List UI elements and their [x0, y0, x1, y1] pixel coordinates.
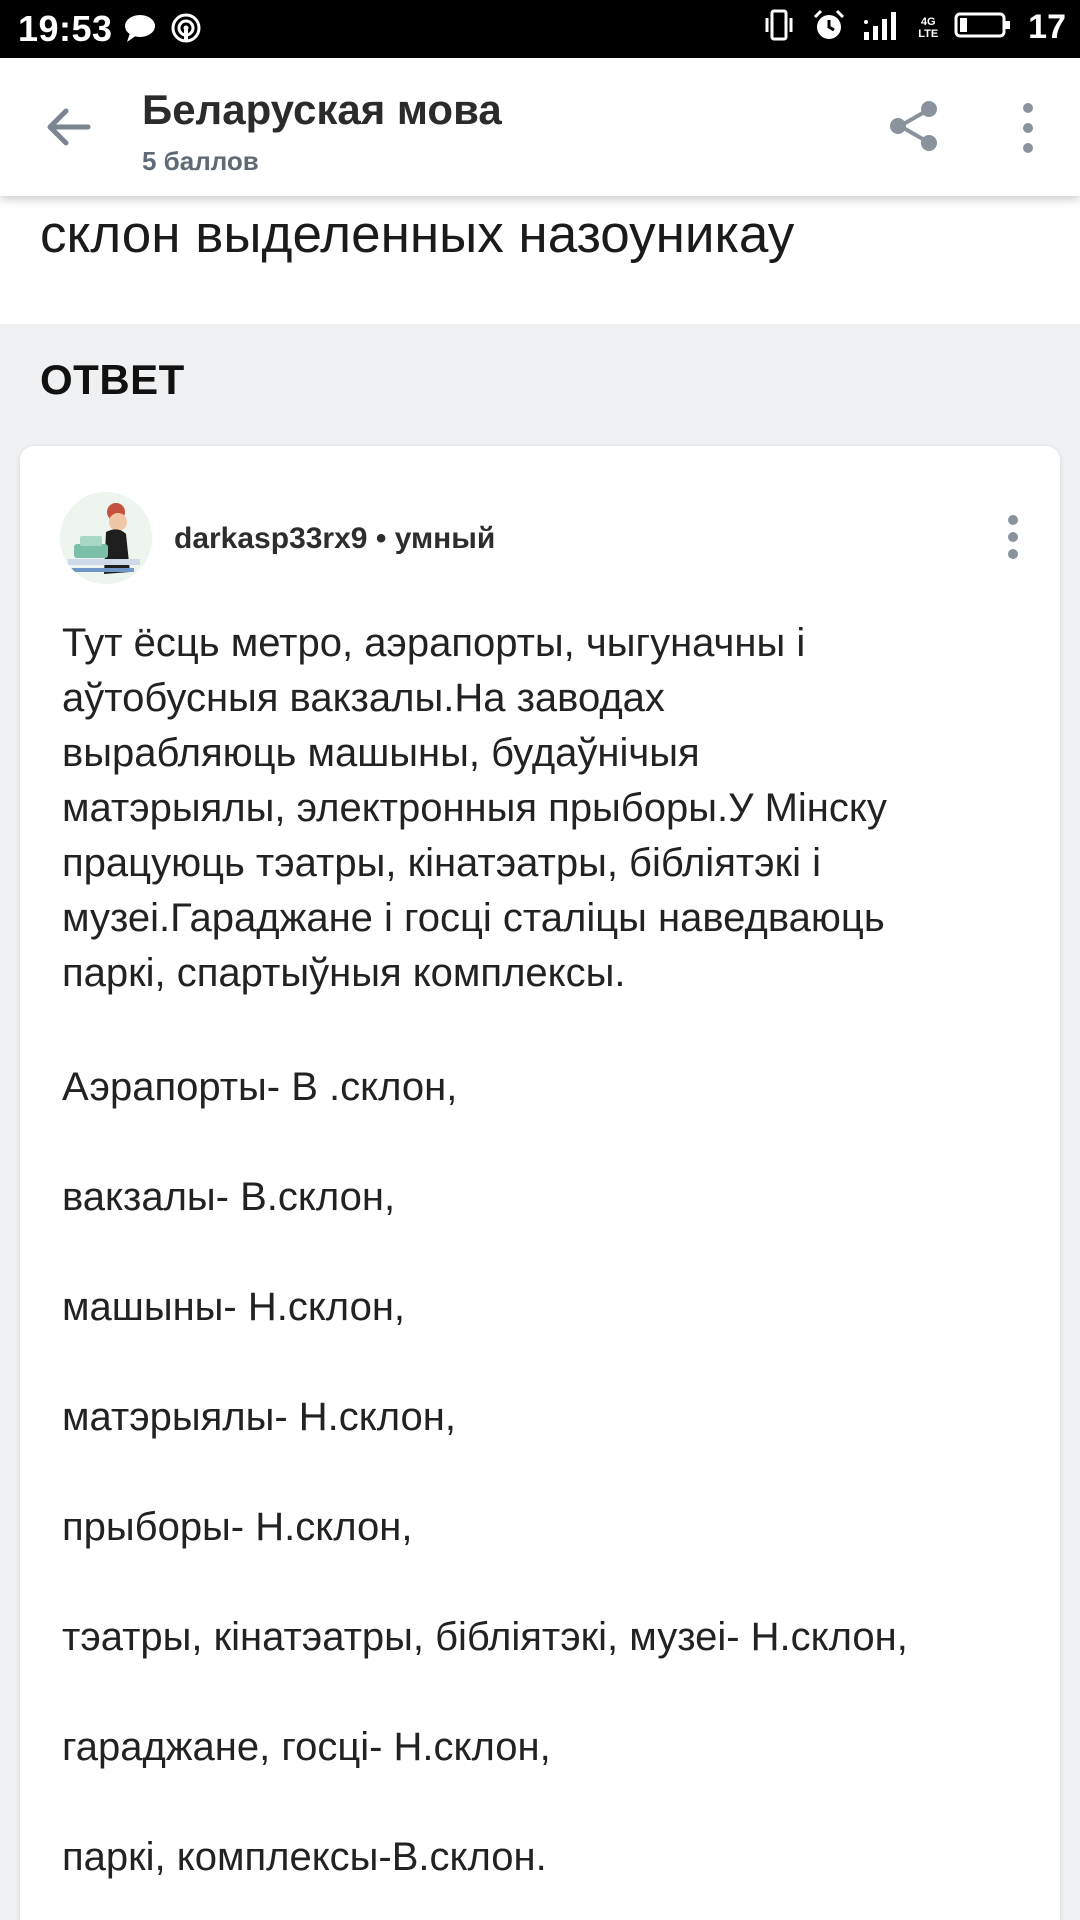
points-label: 5 баллов: [142, 146, 259, 176]
share-button[interactable]: [884, 96, 944, 156]
back-button[interactable]: [40, 98, 98, 156]
case-line: тэатры, кінатэатры, бібліятэкі, музеі- Н…: [62, 1615, 908, 1659]
avatar[interactable]: [60, 492, 152, 584]
status-time: 19:53: [18, 8, 113, 49]
case-line: гараджане, госці- Н.склон,: [62, 1725, 551, 1769]
share-icon: [890, 101, 937, 151]
answer-line: музеі.Гараджане і госці сталіцы наведваю…: [62, 896, 885, 940]
network-type-icon: 4G LTE: [918, 15, 939, 40]
answer-card: darkasp33rx9 • умный Тут ёсць метро, аэр…: [20, 446, 1060, 1920]
hotspot-icon: [170, 12, 202, 49]
case-line: вакзалы- В.склон,: [62, 1175, 396, 1219]
subject-title: Беларуская мова: [142, 86, 502, 133]
answer-text: Тут ёсць метро, аэрапорты, чыгуначны і а…: [62, 616, 1052, 1879]
case-line: Аэрапорты- В .склон,: [62, 1065, 458, 1109]
battery-icon: [954, 10, 1012, 45]
arrow-left-icon: [47, 108, 91, 146]
case-line: паркі, комплексы-В.склон.: [62, 1835, 547, 1879]
author-info: darkasp33rx9 • умный: [174, 522, 495, 556]
answer-line: працуюць тэатры, кінатэатры, бібліятэкі …: [62, 841, 821, 885]
more-vertical-icon: [1023, 103, 1033, 153]
author-rank: умный: [394, 522, 496, 555]
case-line: матэрыялы- Н.склон,: [62, 1395, 456, 1439]
app-bar: Беларуская мова 5 баллов: [0, 58, 1080, 196]
answer-line: матэрыялы, электронныя прыборы.У Мінску: [62, 786, 887, 830]
vibrate-icon: [762, 8, 796, 47]
case-line: машыны- Н.склон,: [62, 1285, 406, 1329]
answer-options-button[interactable]: [998, 512, 1028, 562]
chat-notification-icon: [124, 13, 156, 48]
answer-line: аўтобусныя вакзалы.На заводах: [62, 676, 665, 720]
answer-line: паркі, спартыўныя комплексы.: [62, 951, 626, 995]
question-text: склон выделенных назоуникау: [40, 205, 795, 264]
more-vertical-icon: [1008, 515, 1018, 559]
author-name[interactable]: darkasp33rx9: [174, 522, 367, 555]
more-options-button[interactable]: [1010, 96, 1046, 160]
answer-heading: ОТВЕТ: [40, 356, 185, 403]
battery-level: 17: [1028, 8, 1066, 46]
status-bar: 19:53 4G LTE 17: [0, 0, 1080, 58]
signal-icon: [862, 10, 902, 45]
answer-line: Тут ёсць метро, аэрапорты, чыгуначны і: [62, 621, 806, 665]
separator-dot: •: [375, 522, 387, 555]
alarm-icon: [812, 8, 846, 47]
question-block: склон выделенных назоуникау: [0, 196, 1080, 324]
case-line: прыборы- Н.склон,: [62, 1505, 413, 1549]
answer-line: вырабляюць машыны, будаўнічыя: [62, 731, 700, 775]
